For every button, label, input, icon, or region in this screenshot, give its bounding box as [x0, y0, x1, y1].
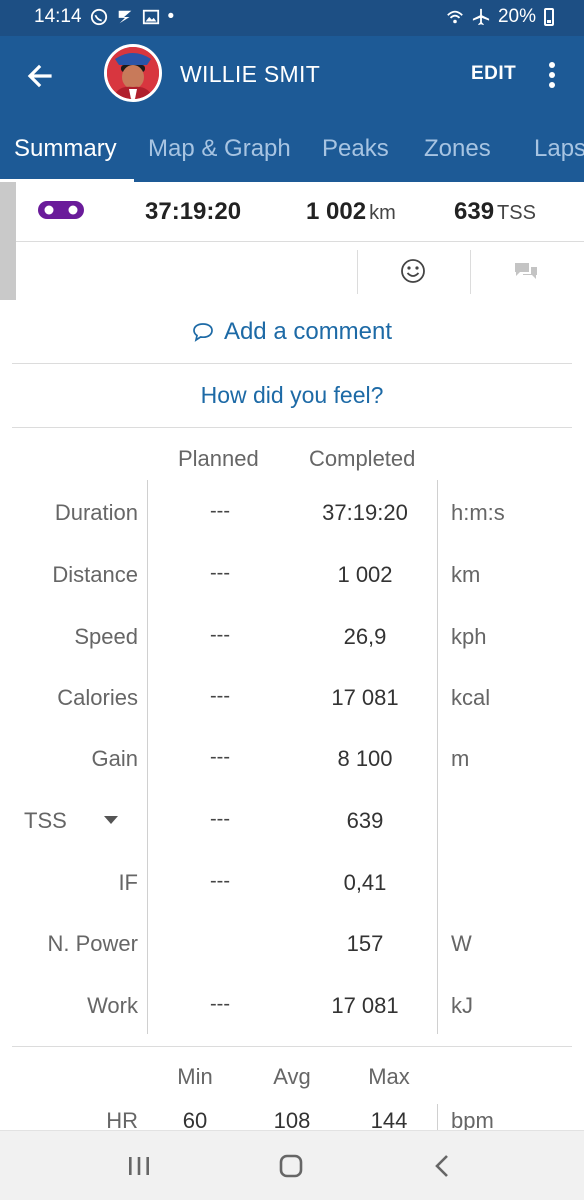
table-row-duration: Duration --- 37:19:20 h:m:s [0, 500, 584, 562]
row-completed: 37:19:20 [322, 500, 408, 525]
tab-zones[interactable]: Zones [424, 135, 491, 163]
table-row-if: IF --- 0,41 [0, 870, 584, 932]
row-label: Calories [57, 685, 138, 710]
chevron-down-icon[interactable] [104, 816, 118, 824]
feel-row: How did you feel? [12, 364, 572, 428]
row-label: IF [118, 870, 138, 895]
row-unit: h:m:s [451, 500, 505, 525]
row-label: N. Power [47, 931, 138, 956]
system-nav-bar [0, 1130, 584, 1200]
battery-percent: 20% [497, 6, 536, 27]
summary-duration: 37:19:20 [145, 198, 242, 225]
tab-bar: Summary Map & Graph Peaks Zones Laps [0, 114, 584, 182]
add-comment-row: Add a comment [12, 304, 572, 364]
divider [357, 250, 358, 294]
how-did-you-feel-button[interactable]: How did you feel? [201, 382, 384, 409]
row-unit: m [451, 746, 470, 771]
status-time: 14:14 [34, 6, 82, 27]
row-completed: 157 [346, 931, 384, 956]
row-unit: kJ [451, 993, 473, 1018]
arrow-left-icon[interactable] [22, 58, 58, 94]
comment-icon [193, 323, 213, 342]
hr-avg-header: Avg [273, 1064, 311, 1089]
status-bar: 14:14 • 20% [0, 0, 584, 36]
tab-summary[interactable]: Summary [14, 135, 117, 163]
row-unit: kcal [451, 685, 491, 710]
table-row-tss: TSS --- 639 [0, 808, 584, 870]
summary-distance: 1 002 km [306, 198, 396, 226]
table-row-normalized-power: N. Power 157 W [0, 931, 584, 993]
row-planned: --- [210, 993, 230, 1015]
row-planned: --- [210, 624, 230, 646]
planned-column-header: Planned [178, 446, 259, 471]
row-completed: 639 [346, 808, 384, 833]
avatar[interactable] [104, 44, 162, 102]
row-label: Speed [74, 624, 138, 649]
summary-tss: 639 TSS [454, 198, 536, 226]
row-completed: 26,9 [343, 624, 387, 649]
table-row-distance: Distance --- 1 002 km [0, 562, 584, 624]
avatar-image [107, 47, 159, 99]
app-notification-icon [118, 10, 131, 24]
workout-status-bar [0, 182, 16, 300]
workout-summary-strip: 37:19:20 1 002 km 639 TSS [0, 182, 584, 300]
summary-distance-unit: km [369, 202, 396, 224]
hr-max-header: Max [368, 1064, 410, 1089]
row-planned: --- [210, 562, 230, 584]
row-label: Distance [52, 562, 138, 587]
notification-dot-icon: • [167, 6, 175, 27]
row-label: TSS [24, 808, 67, 833]
back-chevron-icon[interactable] [428, 1153, 458, 1179]
summary-stats-row: 37:19:20 1 002 km 639 TSS [16, 182, 584, 242]
row-unit: kph [451, 624, 487, 649]
table-row-speed: Speed --- 26,9 kph [0, 624, 584, 686]
divider [470, 250, 471, 294]
row-completed: 17 081 [331, 685, 399, 710]
wifi-icon [447, 10, 463, 24]
row-completed: 1 002 [337, 562, 393, 587]
smiley-icon[interactable] [400, 258, 426, 284]
home-icon[interactable] [276, 1153, 306, 1179]
row-planned: --- [210, 870, 230, 892]
row-completed: 8 100 [337, 746, 393, 771]
battery-icon [544, 8, 554, 26]
add-comment-label: Add a comment [223, 318, 393, 345]
tab-peaks[interactable]: Peaks [322, 135, 389, 163]
summary-actions-row [16, 242, 584, 300]
row-label: Work [87, 993, 138, 1018]
whatsapp-icon [90, 8, 107, 26]
row-unit: km [451, 562, 481, 587]
table-row-calories: Calories --- 17 081 kcal [0, 685, 584, 747]
app-bar: WILLIE SMIT EDIT [0, 36, 584, 114]
summary-distance-value: 1 002 [306, 198, 367, 225]
airplane-mode-icon [472, 8, 490, 26]
row-planned: --- [210, 500, 230, 522]
gallery-icon [142, 9, 159, 25]
table-row-gain: Gain --- 8 100 m [0, 746, 584, 808]
tss-selector[interactable]: TSS [24, 808, 67, 834]
more-vert-icon[interactable] [540, 60, 564, 90]
hr-min-header: Min [177, 1064, 213, 1089]
row-planned: --- [210, 808, 230, 830]
section-divider [12, 1046, 572, 1047]
tab-map-graph[interactable]: Map & Graph [148, 135, 291, 163]
row-label: Duration [54, 500, 138, 525]
tab-laps[interactable]: Laps [534, 135, 584, 163]
athlete-name: WILLIE SMIT [180, 61, 321, 87]
summary-tss-value: 639 [454, 198, 495, 225]
edit-button[interactable]: EDIT [471, 63, 516, 85]
completed-column-header: Completed [309, 446, 416, 471]
recents-icon[interactable] [124, 1153, 154, 1179]
row-label: Gain [91, 746, 138, 771]
chat-bubble-icon[interactable] [513, 261, 539, 281]
row-planned: --- [210, 746, 230, 768]
bike-chain-icon [38, 201, 84, 219]
add-comment-button[interactable]: Add a comment [192, 318, 392, 346]
row-unit: W [451, 931, 472, 956]
row-completed: 0,41 [343, 870, 387, 895]
summary-tss-unit: TSS [497, 202, 536, 224]
row-planned: --- [210, 685, 230, 707]
row-completed: 17 081 [331, 993, 399, 1018]
